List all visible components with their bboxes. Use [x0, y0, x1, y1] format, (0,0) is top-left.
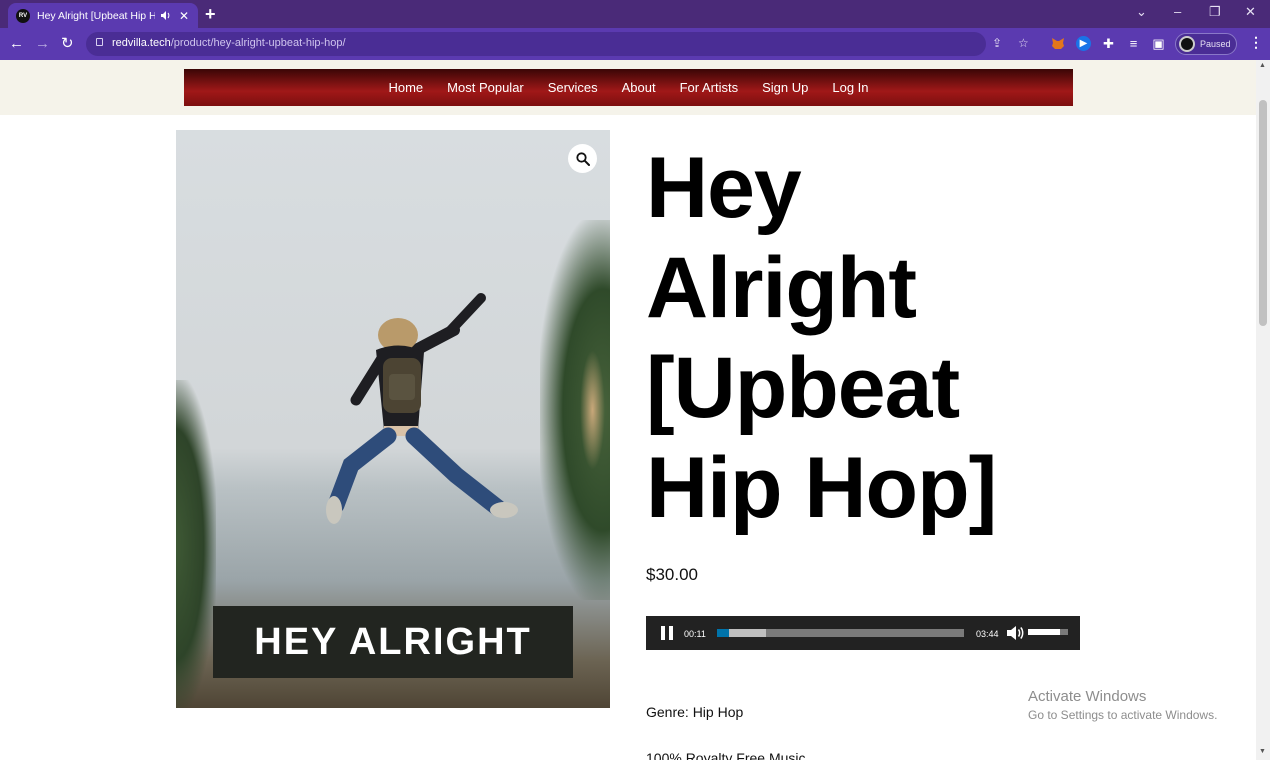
- volume-icon[interactable]: [1006, 625, 1024, 641]
- product-description-line: 100% Royalty Free Music: [646, 750, 806, 760]
- plus-icon[interactable]: +: [205, 4, 216, 24]
- audio-player: 00:11 03:44: [646, 616, 1080, 650]
- url-domain: redvilla.tech: [112, 37, 171, 49]
- product-image[interactable]: HEY ALRIGHT: [176, 130, 610, 708]
- browser-titlebar: RV Hey Alright [Upbeat Hip Hop ✕ + ⌄ – ❐…: [0, 0, 1270, 28]
- title-line: Hey: [646, 140, 802, 236]
- window-close-icon[interactable]: ✕: [1245, 4, 1256, 20]
- played-bar: [717, 629, 730, 637]
- profile-button[interactable]: Paused: [1175, 33, 1237, 55]
- scrollbar-thumb[interactable]: [1259, 100, 1267, 326]
- title-line: [Upbeat: [646, 340, 960, 436]
- duration: 03:44: [976, 629, 999, 639]
- title-line: Alright: [646, 240, 917, 336]
- zoom-button[interactable]: [568, 144, 597, 173]
- media-extension-icon[interactable]: ▶: [1076, 36, 1091, 51]
- tab-title: Hey Alright [Upbeat Hip Hop: [37, 9, 155, 22]
- nav-most-popular[interactable]: Most Popular: [447, 80, 524, 95]
- share-icon[interactable]: ⇪: [992, 36, 1002, 50]
- tree-foliage: [176, 380, 216, 708]
- forward-icon[interactable]: →: [35, 34, 50, 54]
- pause-button[interactable]: [661, 626, 673, 640]
- page-scrollbar[interactable]: ▲ ▼: [1256, 60, 1270, 760]
- site-favicon-icon: RV: [16, 8, 30, 23]
- page-content: Home Most Popular Services About For Art…: [0, 60, 1256, 760]
- nav-about[interactable]: About: [622, 80, 656, 95]
- bookmark-star-icon[interactable]: ☆: [1018, 36, 1029, 50]
- profile-status: Paused: [1200, 39, 1231, 49]
- address-bar[interactable]: redvilla.tech/product/hey-alright-upbeat…: [86, 32, 1029, 56]
- scroll-up-icon[interactable]: ▲: [1259, 62, 1266, 69]
- url-text[interactable]: redvilla.tech/product/hey-alright-upbeat…: [112, 37, 346, 49]
- metamask-icon[interactable]: [1050, 36, 1065, 51]
- scroll-down-icon[interactable]: ▼: [1259, 748, 1266, 755]
- site-navigation: Home Most Popular Services About For Art…: [184, 69, 1073, 106]
- magnifier-icon: [575, 151, 590, 166]
- reading-list-icon[interactable]: ≡: [1126, 36, 1141, 51]
- reload-icon[interactable]: ↻: [61, 34, 74, 54]
- image-caption: HEY ALRIGHT: [213, 606, 573, 678]
- product-genre: Genre: Hip Hop: [646, 704, 744, 720]
- volume-level: [1028, 629, 1060, 635]
- browser-toolbar: ← → ↻ redvilla.tech/product/hey-alright-…: [0, 28, 1270, 60]
- side-panel-icon[interactable]: ▣: [1151, 36, 1166, 51]
- progress-slider[interactable]: [717, 629, 964, 637]
- back-icon[interactable]: ←: [9, 34, 24, 54]
- nav-sign-up[interactable]: Sign Up: [762, 80, 808, 95]
- autumn-foliage: [580, 350, 605, 470]
- product-price: $30.00: [646, 565, 698, 584]
- nav-home[interactable]: Home: [388, 80, 423, 95]
- jumping-person-illustration: [326, 293, 518, 524]
- avatar: [1179, 36, 1195, 52]
- close-icon[interactable]: ✕: [179, 9, 189, 23]
- puzzle-icon[interactable]: ✚: [1101, 36, 1116, 51]
- tab-search-icon[interactable]: ⌄: [1136, 4, 1147, 20]
- restore-icon[interactable]: ❐: [1209, 4, 1221, 20]
- url-path: /product/hey-alright-upbeat-hip-hop/: [170, 37, 346, 49]
- title-line: Hip Hop]: [646, 440, 997, 536]
- speaker-icon[interactable]: [161, 11, 171, 20]
- minimize-icon[interactable]: –: [1174, 4, 1181, 19]
- browser-tab[interactable]: RV Hey Alright [Upbeat Hip Hop ✕: [8, 3, 198, 28]
- page-title: Hey Alright [Upbeat Hip Hop]: [646, 138, 1066, 538]
- nav-log-in[interactable]: Log In: [832, 80, 868, 95]
- watermark-subtitle: Go to Settings to activate Windows.: [1028, 708, 1218, 722]
- current-time: 00:11: [684, 629, 706, 639]
- nav-for-artists[interactable]: For Artists: [680, 80, 739, 95]
- chrome-menu-icon[interactable]: ⋮: [1249, 34, 1263, 51]
- windows-activation-watermark: Activate Windows Go to Settings to activ…: [1028, 688, 1217, 722]
- volume-slider[interactable]: [1028, 629, 1068, 635]
- nav-services[interactable]: Services: [548, 80, 598, 95]
- watermark-title: Activate Windows: [1028, 688, 1147, 705]
- lock-icon[interactable]: [96, 38, 103, 46]
